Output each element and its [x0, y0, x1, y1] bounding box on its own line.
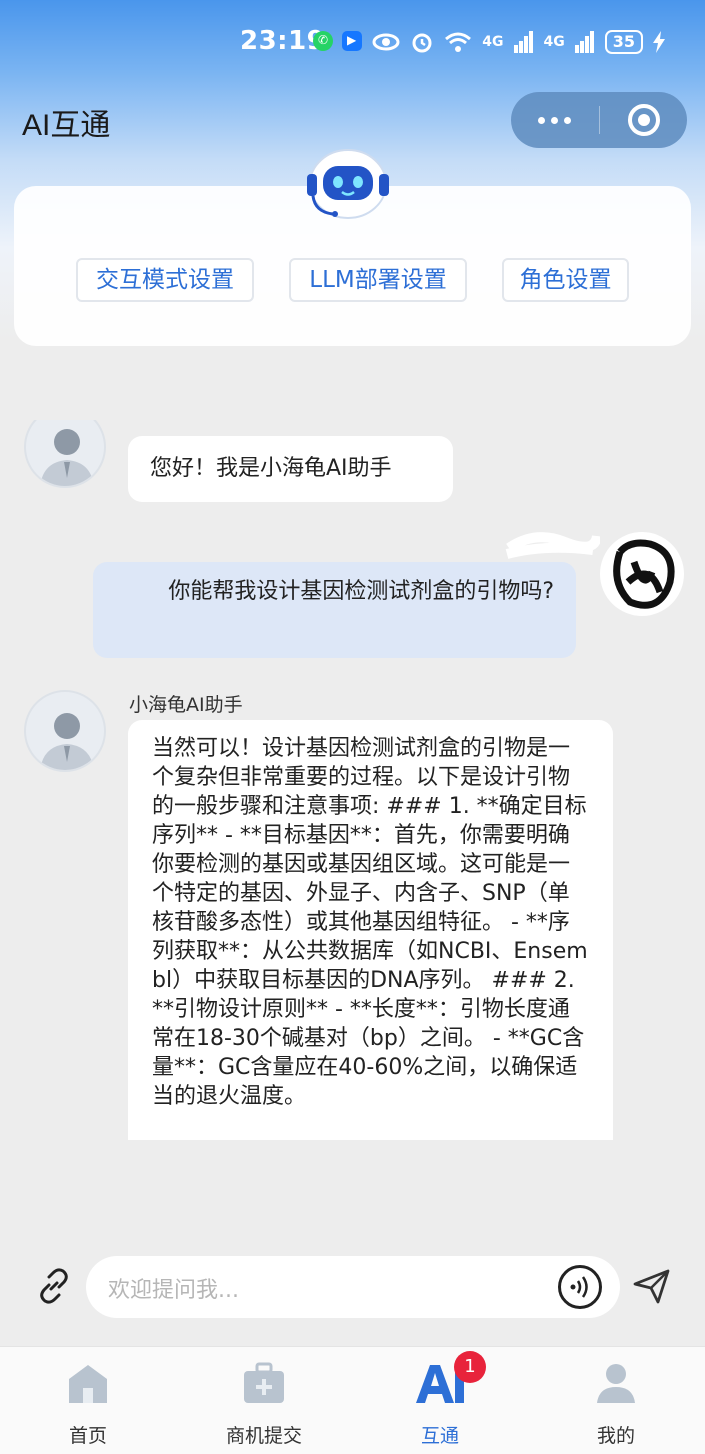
voice-wave-icon	[570, 1276, 588, 1298]
message-text: 当然可以！设计基因检测试剂盒的引物是一个复杂但非常重要的过程。以下是设计引物的一…	[152, 736, 588, 1109]
robot-mascot-icon	[307, 149, 389, 219]
capsule-divider	[599, 106, 600, 134]
send-icon[interactable]	[632, 1266, 672, 1306]
input-placeholder: 欢迎提问我...	[108, 1278, 239, 1303]
bottom-tab-bar: 首页 商机提交 1 互通 我的	[0, 1346, 705, 1454]
whatsapp-icon: ✆	[313, 31, 333, 51]
signal-2-label: 4G	[543, 34, 565, 50]
user-avatar	[600, 532, 684, 616]
tab-business-submit[interactable]: 商机提交	[176, 1347, 352, 1454]
close-miniprogram-button[interactable]	[628, 104, 660, 136]
user-silhouette-icon	[40, 713, 94, 770]
alarm-icon	[412, 33, 432, 53]
voice-input-button[interactable]	[558, 1265, 602, 1309]
tab-label: 商机提交	[225, 1425, 302, 1447]
user-silhouette-icon	[40, 429, 94, 486]
tab-hutong[interactable]: 1 互通	[352, 1347, 528, 1454]
ai-message-bubble: 您好！我是小海龟AI助手	[128, 436, 453, 502]
status-bar: 23:19 ✆ ▶ 4G 4G 35	[0, 22, 705, 62]
charging-icon	[653, 31, 665, 53]
tab-home[interactable]: 首页	[0, 1347, 176, 1454]
tab-label: 我的	[596, 1425, 635, 1447]
tab-label: 首页	[68, 1425, 107, 1447]
home-icon	[69, 1365, 107, 1403]
ai-avatar	[24, 420, 106, 488]
message-input[interactable]: 欢迎提问我...	[86, 1256, 620, 1318]
app-notification-icon: ▶	[342, 31, 362, 51]
llm-deploy-settings-button[interactable]: LLM部署设置	[289, 258, 467, 302]
more-menu-button[interactable]	[511, 92, 599, 148]
status-indicators: 4G 4G 35	[372, 26, 665, 58]
briefcase-icon	[244, 1362, 284, 1403]
interaction-mode-settings-button[interactable]: 交互模式设置	[76, 258, 254, 302]
signal-1-label: 4G	[482, 34, 504, 50]
message-text: 你能帮我设计基因检测试剂盒的引物吗?	[168, 579, 554, 604]
role-settings-button[interactable]: 角色设置	[502, 258, 629, 302]
ai-message-bubble: 当然可以！设计基因检测试剂盒的引物是一个复杂但非常重要的过程。以下是设计引物的一…	[128, 720, 613, 1140]
notification-badge: 1	[454, 1351, 486, 1383]
ai-sender-name: 小海龟AI助手	[129, 694, 243, 716]
tab-label: 互通	[420, 1425, 459, 1447]
ai-avatar	[24, 690, 106, 772]
tab-profile[interactable]: 我的	[528, 1347, 704, 1454]
eye-icon	[372, 33, 400, 51]
page-title: AI互通	[22, 109, 111, 142]
user-name-redacted	[505, 532, 600, 559]
profile-icon	[597, 1364, 635, 1403]
scribble-avatar-icon	[613, 539, 675, 609]
wifi-icon	[445, 32, 472, 52]
message-text: 您好！我是小海龟AI助手	[150, 456, 392, 481]
signal-bars-icon	[574, 31, 594, 53]
signal-bars-icon	[513, 31, 533, 53]
link-attach-icon[interactable]	[36, 1268, 72, 1304]
user-message-bubble: 你能帮我设计基因检测试剂盒的引物吗?	[93, 562, 576, 658]
battery-level: 35	[604, 30, 643, 54]
miniprogram-capsule	[511, 92, 687, 148]
chat-area[interactable]: 您好！我是小海龟AI助手 你能帮我设计基因检测试剂盒的引物吗? 小海龟AI助手 …	[0, 420, 705, 1140]
